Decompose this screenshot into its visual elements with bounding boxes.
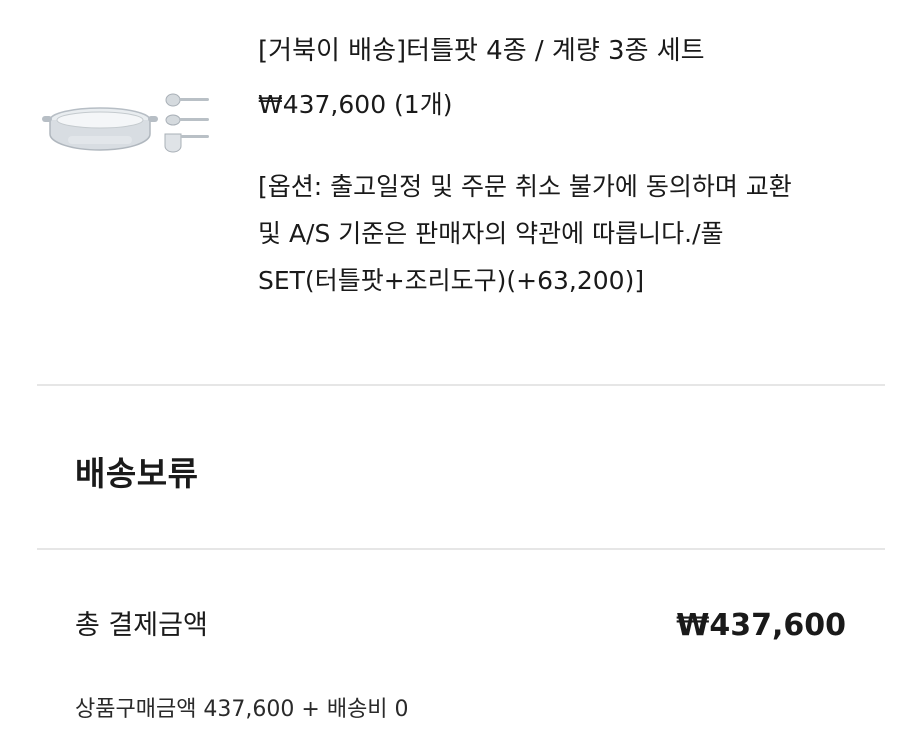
total-payment-amount: ₩437,600	[676, 608, 846, 643]
product-price: ₩437,600 (1개)	[258, 90, 453, 119]
total-payment-label: 총 결제금액	[75, 610, 208, 641]
payment-breakdown: 상품구매금액 437,600 + 배송비 0	[75, 697, 409, 722]
product-thumbnail-image	[42, 93, 209, 153]
section-divider	[37, 384, 885, 386]
order-detail-page: [거북이 배송]터틀팟 4종 / 계량 3종 세트 ₩437,600 (1개) …	[0, 0, 922, 750]
section-divider	[37, 548, 885, 550]
product-title[interactable]: [거북이 배송]터틀팟 4종 / 계량 3종 세트	[258, 32, 705, 70]
product-option-text: [옵션: 출고일정 및 주문 취소 불가에 동의하며 교환 및 A/S 기준은 …	[258, 172, 792, 295]
order-product-item: [거북이 배송]터틀팟 4종 / 계량 3종 세트 ₩437,600 (1개) …	[0, 0, 922, 385]
order-status-label: 배송보류	[75, 454, 199, 493]
